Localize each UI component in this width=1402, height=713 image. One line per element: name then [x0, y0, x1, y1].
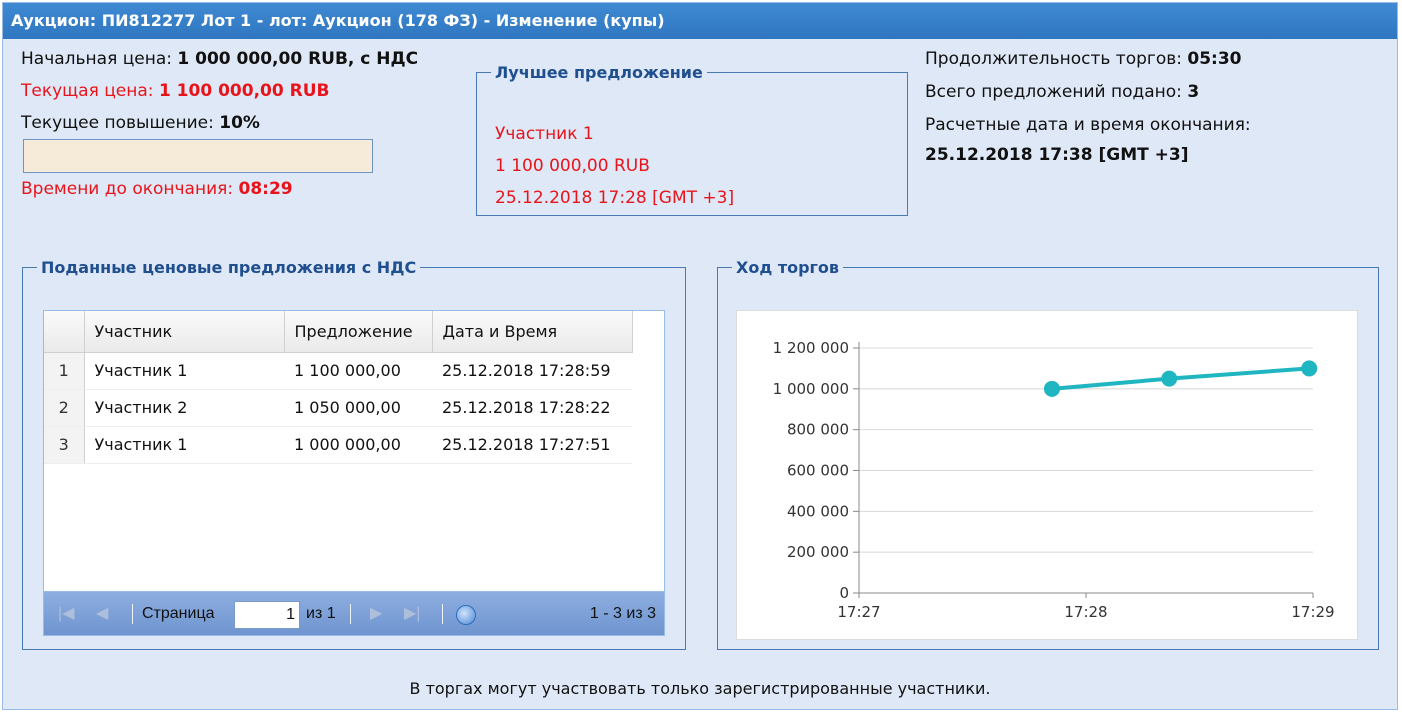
prev-page-icon[interactable]: ◀ — [96, 592, 108, 636]
duration-value: 05:30 — [1187, 49, 1242, 69]
x-tick-label: 17:27 — [837, 603, 880, 621]
column-header-participant[interactable]: Участник — [84, 311, 285, 353]
cell-offer: 1 100 000,00 — [284, 352, 432, 390]
grid-pager: |◀ ◀ Страница 1 из 1 ▶ ▶| 1 - 3 из 3 — [44, 591, 664, 635]
chart-legend: Ход торгов — [736, 258, 840, 277]
last-page-icon[interactable]: ▶| — [404, 592, 420, 636]
data-point — [1301, 360, 1318, 377]
footer-note: В торгах могут участвовать только зареги… — [409, 679, 991, 698]
y-tick-label: 600 000 — [787, 462, 849, 480]
row-number: 2 — [44, 389, 85, 427]
total-offers: Всего предложений подано: 3 — [925, 82, 1199, 102]
chart-area: 0 200 000 400 000 600 000 800 000 1 000 000 1 … — [736, 310, 1358, 640]
x-tick-label: 17:28 — [1064, 603, 1107, 621]
page-number-input[interactable]: 1 — [234, 601, 300, 629]
table-row[interactable]: 3 Участник 1 1 000 000,00 25.12.2018 17:… — [44, 426, 632, 464]
pager-separator — [132, 604, 133, 624]
best-offer-participant: Участник 1 — [495, 124, 594, 144]
current-increase: Текущее повышение: 10% — [21, 113, 260, 133]
duration-label: Продолжительность торгов: — [925, 49, 1182, 69]
total-offers-value: 3 — [1187, 82, 1200, 102]
duration: Продолжительность торгов: 05:30 — [925, 49, 1242, 69]
y-tick-label: 1 000 000 — [773, 380, 849, 398]
y-tick-label: 0 — [839, 584, 849, 602]
window-title: Аукцион: ПИ812277 Лот 1 - лот: Аукцион (… — [3, 3, 1397, 39]
best-offer-panel: Лучшее предложение Участник 1 1 100 000,… — [476, 63, 908, 216]
cell-participant: Участник 1 — [84, 426, 284, 464]
pager-separator — [350, 604, 351, 624]
best-offer-datetime: 25.12.2018 17:28 [GMT +3] — [495, 188, 735, 208]
data-point — [1043, 380, 1060, 397]
auction-window: Аукцион: ПИ812277 Лот 1 - лот: Аукцион (… — [2, 2, 1398, 710]
current-price: Текущая цена: 1 100 000,00 RUB — [21, 81, 329, 101]
table-row[interactable]: 2 Участник 2 1 050 000,00 25.12.2018 17:… — [44, 389, 632, 427]
cell-offer: 1 050 000,00 — [284, 389, 432, 427]
current-increase-label: Текущее повышение: — [21, 113, 214, 133]
offers-grid: Участник Предложение Дата и Время 1 Учас… — [43, 310, 665, 636]
time-progress-bar — [23, 139, 373, 173]
next-page-icon[interactable]: ▶ — [370, 592, 382, 636]
start-price: Начальная цена: 1 000 000,00 RUB, с НДС — [21, 49, 418, 69]
current-price-label: Текущая цена: — [21, 81, 154, 101]
cell-participant: Участник 1 — [84, 352, 284, 390]
series-line — [1051, 366, 1310, 391]
time-left: Времени до окончания: 08:29 — [21, 179, 293, 199]
column-header-offer[interactable]: Предложение — [284, 311, 433, 353]
end-time-label: Расчетные дата и время окончания: — [925, 115, 1251, 135]
refresh-icon[interactable] — [456, 605, 476, 625]
table-row[interactable]: 1 Участник 1 1 100 000,00 25.12.2018 17:… — [44, 352, 632, 390]
start-price-value: 1 000 000,00 RUB, с НДС — [177, 49, 419, 69]
time-left-label: Времени до окончания: — [21, 179, 234, 199]
total-offers-label: Всего предложений подано: — [925, 82, 1182, 102]
cell-datetime: 25.12.2018 17:27:51 — [432, 426, 632, 464]
grid-header-row: Участник Предложение Дата и Время — [44, 311, 633, 353]
current-increase-value: 10% — [219, 113, 260, 133]
start-price-label: Начальная цена: — [21, 49, 172, 69]
chart-panel: Ход торгов 0 200 000 400 000 600 000 800 000… — [717, 258, 1379, 650]
offers-legend: Поданные ценовые предложения с НДС — [41, 258, 417, 277]
pager-separator — [442, 604, 443, 624]
bid-progress-chart: 0 200 000 400 000 600 000 800 000 1 000 000 1 … — [773, 339, 1335, 621]
current-price-value: 1 100 000,00 RUB — [158, 81, 330, 101]
page-of-label: из 1 — [306, 605, 336, 622]
data-point — [1161, 370, 1178, 387]
y-tick-label: 1 200 000 — [773, 339, 849, 357]
row-number: 3 — [44, 426, 85, 464]
y-tick-label: 800 000 — [787, 421, 849, 439]
cell-datetime: 25.12.2018 17:28:22 — [432, 389, 632, 427]
row-number-header — [44, 311, 85, 353]
cell-participant: Участник 2 — [84, 389, 284, 427]
best-offer-legend: Лучшее предложение — [495, 63, 703, 82]
y-tick-label: 400 000 — [787, 502, 849, 520]
best-offer-amount: 1 100 000,00 RUB — [495, 156, 650, 176]
end-time-value: 25.12.2018 17:38 [GMT +3] — [925, 145, 1189, 165]
x-tick-label: 17:29 — [1291, 603, 1334, 621]
cell-datetime: 25.12.2018 17:28:59 — [432, 352, 632, 390]
cell-offer: 1 000 000,00 — [284, 426, 432, 464]
offers-panel: Поданные ценовые предложения с НДС Участ… — [22, 258, 686, 650]
column-header-datetime[interactable]: Дата и Время — [432, 311, 633, 353]
time-left-value: 08:29 — [238, 179, 293, 199]
row-number: 1 — [44, 352, 85, 390]
page-label: Страница — [142, 605, 215, 622]
first-page-icon[interactable]: |◀ — [58, 592, 74, 636]
y-tick-label: 200 000 — [787, 543, 849, 561]
pager-summary: 1 - 3 из 3 — [589, 605, 656, 622]
